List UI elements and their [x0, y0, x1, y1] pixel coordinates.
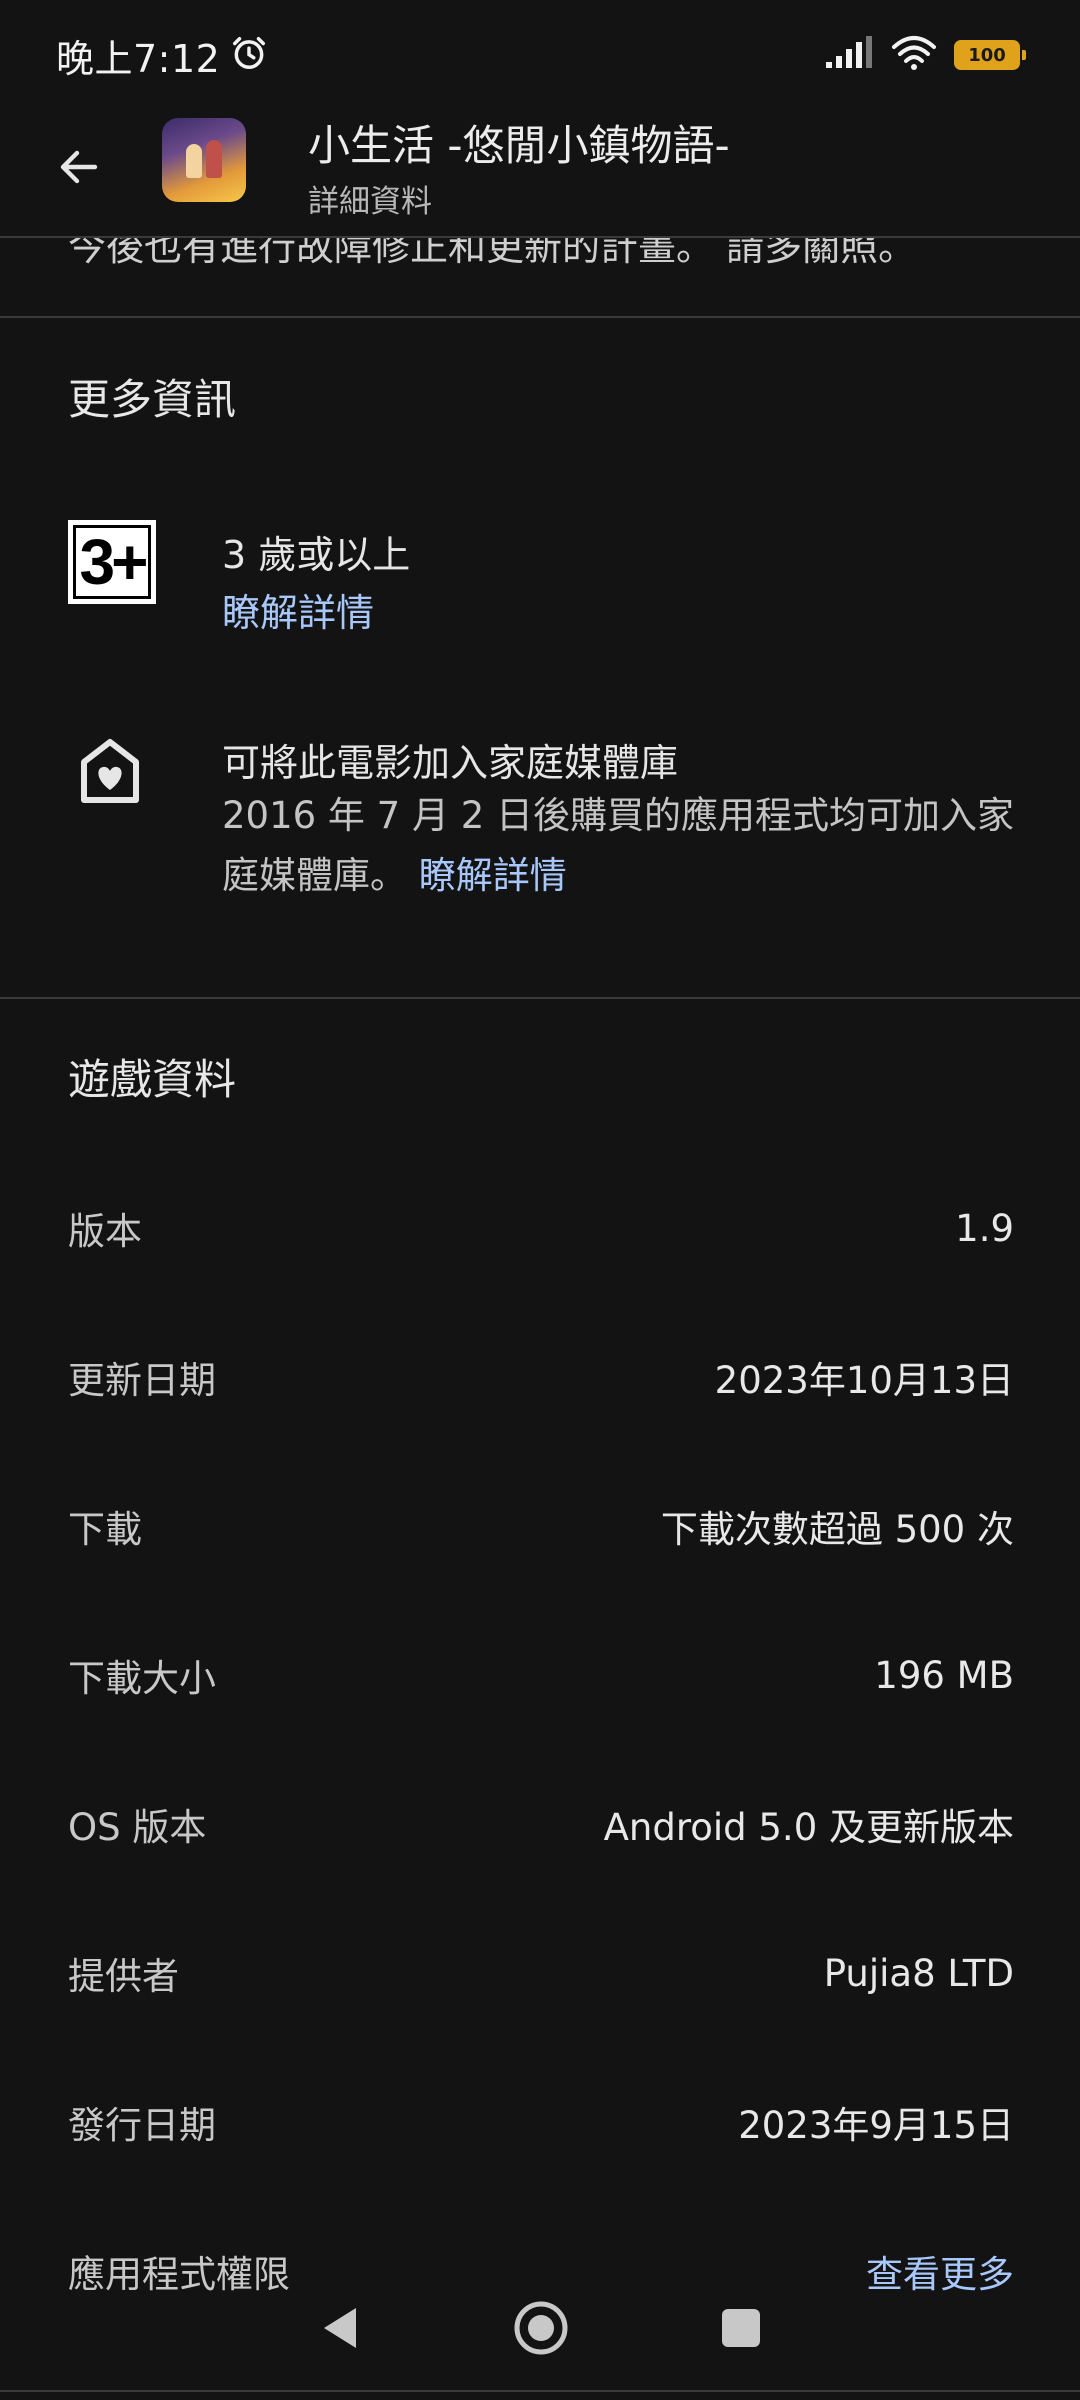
family-library-description: 2016 年 7 月 2 日後購買的應用程式均可加入家庭媒體庫。 — [222, 794, 1015, 897]
detail-row-provider: 提供者 Pujia8 LTD — [68, 1943, 1014, 2003]
rating-text: 3 歲或以上 — [222, 533, 411, 577]
divider — [0, 2390, 1080, 2392]
detail-value: 下載次數超過 500 次 — [660, 1508, 1014, 1551]
detail-label: 下載大小 — [68, 1657, 216, 1700]
status-right: 100 — [824, 35, 1026, 75]
detail-value: Android 5.0 及更新版本 — [603, 1806, 1014, 1849]
age-rating-badge: 3+ — [68, 520, 156, 604]
app-subtitle: 詳細資料 — [308, 184, 432, 220]
system-nav-bar — [0, 2290, 1080, 2370]
detail-value: Pujia8 LTD — [823, 1951, 1014, 1995]
wifi-icon — [890, 35, 938, 75]
status-time: 晚上7:12 — [56, 36, 221, 81]
detail-row-version: 版本 1.9 — [68, 1198, 1014, 1258]
status-bar: 晚上7:12 100 — [0, 0, 1080, 110]
detail-value: 1.9 — [955, 1206, 1014, 1250]
detail-row-download-size: 下載大小 196 MB — [68, 1645, 1014, 1705]
divider — [0, 997, 1080, 999]
family-library-body: 2016 年 7 月 2 日後購買的應用程式均可加入家庭媒體庫。 瞭解詳情 — [222, 786, 1022, 906]
detail-value: 196 MB — [874, 1653, 1014, 1697]
signal-icon — [824, 36, 874, 74]
app-bar: 小生活 -悠閒小鎮物語- 詳細資料 — [0, 110, 1080, 238]
detail-label: 版本 — [68, 1210, 142, 1253]
status-left: 晚上7:12 — [56, 28, 268, 83]
battery-icon: 100 — [954, 40, 1026, 70]
family-library-icon — [76, 736, 144, 810]
nav-home-icon[interactable] — [512, 2299, 570, 2361]
app-title: 小生活 -悠閒小鎮物語- — [308, 121, 730, 170]
rating-learn-more-link[interactable]: 瞭解詳情 — [222, 582, 374, 637]
nav-recents-icon[interactable] — [720, 2307, 762, 2353]
detail-row-os-version: OS 版本 Android 5.0 及更新版本 — [68, 1794, 1014, 1854]
detail-label: OS 版本 — [68, 1806, 207, 1849]
divider — [0, 316, 1080, 318]
game-info-heading: 遊戲資料 — [68, 1055, 237, 1104]
detail-label: 下載 — [68, 1508, 142, 1551]
detail-label: 更新日期 — [68, 1359, 216, 1402]
back-arrow-icon — [60, 150, 98, 184]
back-button[interactable] — [44, 132, 114, 202]
detail-row-downloads: 下載 下載次數超過 500 次 — [68, 1496, 1014, 1556]
detail-row-release-date: 發行日期 2023年9月15日 — [68, 2092, 1014, 2152]
detail-label: 發行日期 — [68, 2104, 216, 2147]
detail-row-updated: 更新日期 2023年10月13日 — [68, 1347, 1014, 1407]
detail-value: 2023年10月13日 — [714, 1359, 1014, 1402]
alarm-icon — [230, 34, 268, 76]
app-icon — [162, 118, 246, 202]
detail-value: 2023年9月15日 — [738, 2104, 1014, 2147]
nav-back-icon[interactable] — [318, 2304, 362, 2356]
family-library-title: 可將此電影加入家庭媒體庫 — [222, 741, 679, 785]
family-library-learn-more-link[interactable]: 瞭解詳情 — [419, 854, 567, 897]
more-info-heading: 更多資訊 — [68, 375, 237, 424]
detail-label: 提供者 — [68, 1955, 179, 1998]
